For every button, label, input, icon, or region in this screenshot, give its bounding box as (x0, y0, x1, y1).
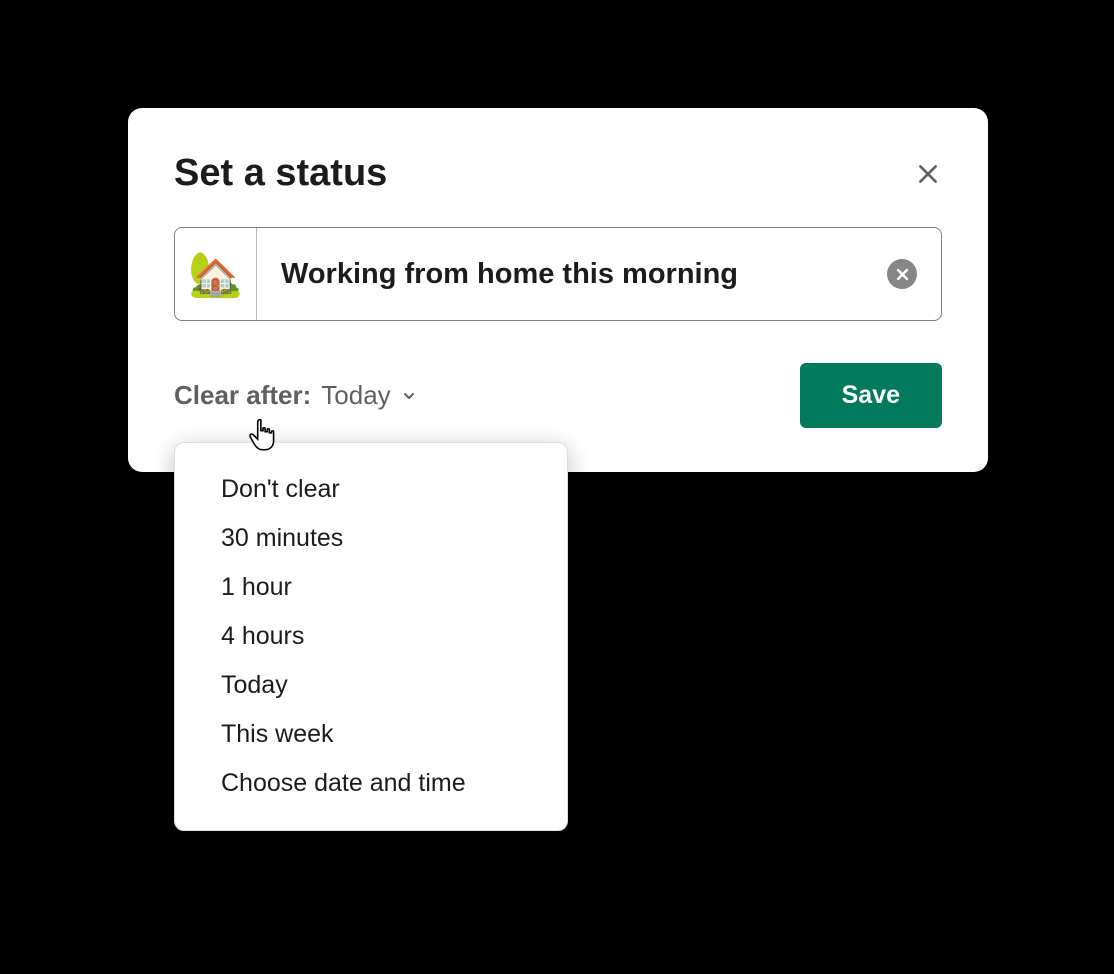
dropdown-item-today[interactable]: Today (175, 661, 567, 710)
x-icon (895, 267, 910, 282)
status-emoji-picker[interactable]: 🏡 (175, 228, 257, 320)
house-garden-icon: 🏡 (188, 248, 243, 300)
clear-after-label: Clear after: (174, 380, 311, 411)
save-button[interactable]: Save (800, 363, 942, 428)
dropdown-item-30-minutes[interactable]: 30 minutes (175, 514, 567, 563)
modal-header: Set a status (174, 152, 942, 195)
clear-after-dropdown: Don't clear 30 minutes 1 hour 4 hours To… (174, 442, 568, 831)
close-button[interactable] (914, 160, 942, 188)
modal-title: Set a status (174, 152, 387, 195)
status-text-value: Working from home this morning (281, 258, 887, 291)
dropdown-item-choose-date-time[interactable]: Choose date and time (175, 759, 567, 808)
modal-footer: Clear after: Today Save (174, 363, 942, 428)
chevron-down-icon (401, 388, 417, 404)
clear-status-button[interactable] (887, 259, 917, 289)
dropdown-item-1-hour[interactable]: 1 hour (175, 563, 567, 612)
dropdown-item-this-week[interactable]: This week (175, 710, 567, 759)
dropdown-item-4-hours[interactable]: 4 hours (175, 612, 567, 661)
status-input-row: 🏡 Working from home this morning (174, 227, 942, 321)
status-text-field[interactable]: Working from home this morning (257, 228, 941, 320)
dropdown-item-dont-clear[interactable]: Don't clear (175, 465, 567, 514)
set-status-modal: Set a status 🏡 Working from home this mo… (128, 108, 988, 472)
clear-after-dropdown-trigger[interactable]: Clear after: Today (174, 380, 417, 411)
clear-after-value: Today (321, 380, 390, 411)
close-icon (915, 161, 941, 187)
